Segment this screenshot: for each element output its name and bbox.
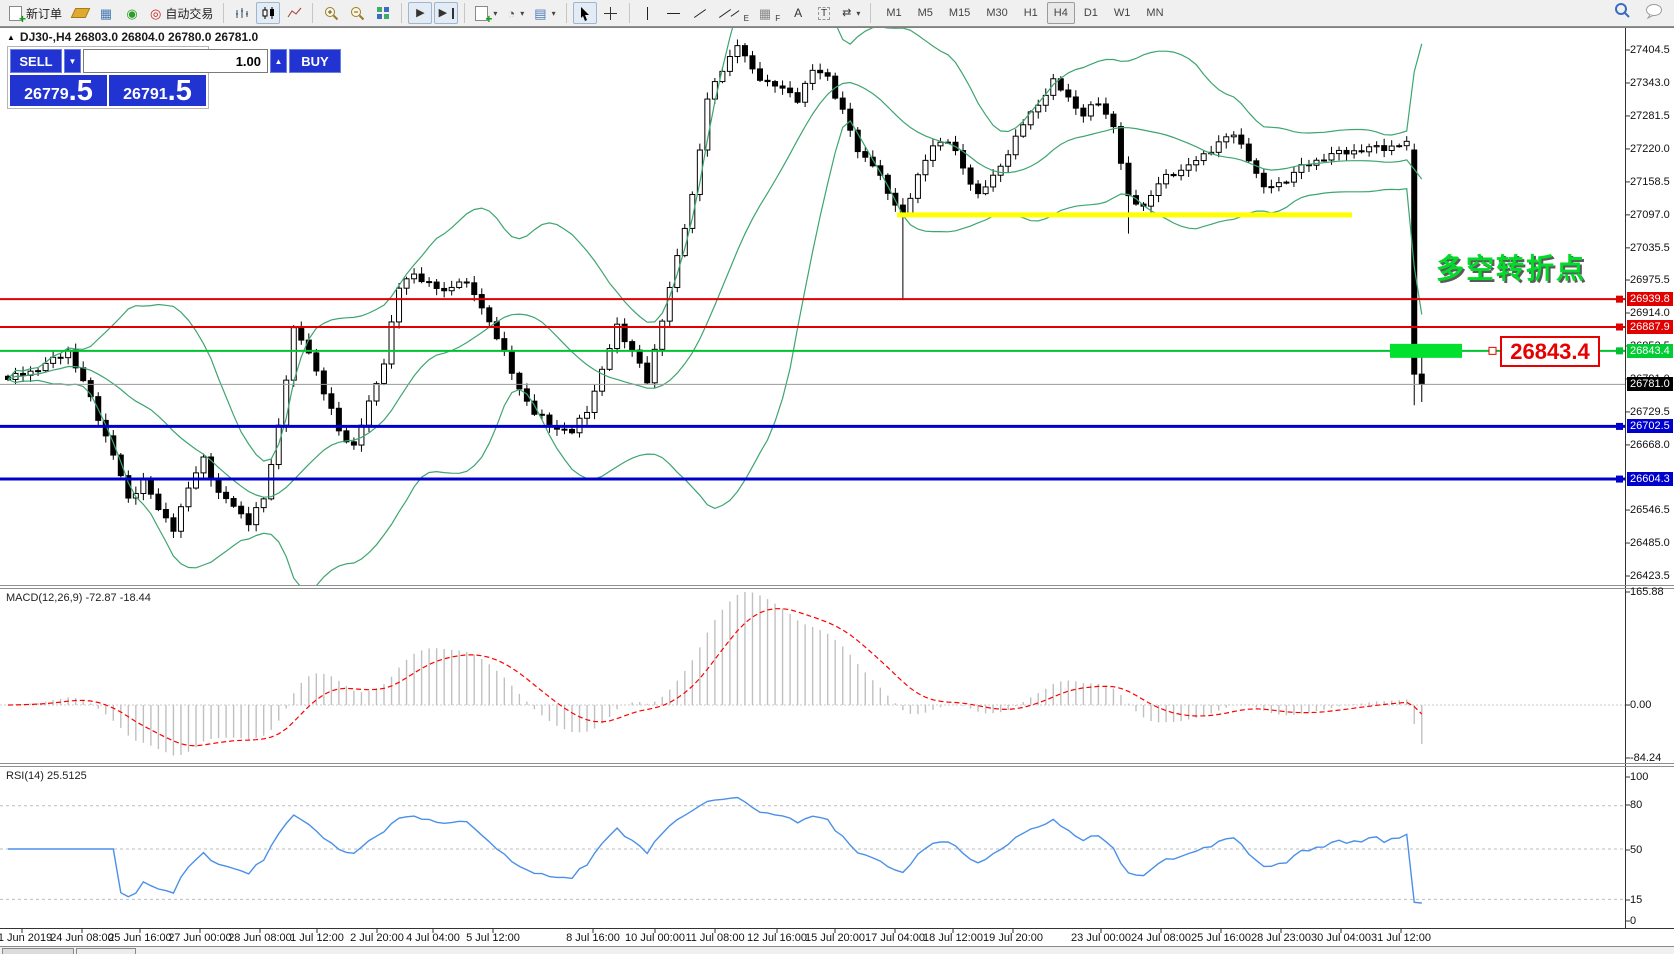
time-axis-label: 15 Jul 20:00 (805, 932, 865, 944)
buy-button[interactable]: BUY (289, 49, 341, 73)
macd-axis-tick: 165.88 (1630, 586, 1664, 598)
macd-axis-tick: 0.00 (1630, 699, 1651, 711)
turning-point-annotation[interactable]: 多空转折点 (1436, 247, 1586, 287)
window-tab[interactable] (2, 948, 74, 954)
chart-window: ▲ DJ30-,H4 26803.0 26804.0 26780.0 26781… (0, 27, 1674, 954)
time-axis-label: 1 Jul 12:00 (290, 932, 344, 944)
time-axis-label: 28 Jul 23:00 (1251, 932, 1311, 944)
macd-indicator-label: MACD(12,26,9) -72.87 -18.44 (6, 592, 151, 604)
rsi-pane[interactable] (0, 798, 1625, 904)
time-axis-label: 25 Jun 16:00 (108, 932, 172, 944)
line-anchor-square[interactable] (1616, 296, 1623, 303)
green-highlight-segment[interactable] (1390, 344, 1462, 358)
line-anchor-square[interactable] (1616, 323, 1623, 330)
price-axis-tick: 27281.5 (1630, 110, 1670, 122)
price-axis-tick: 27404.5 (1630, 44, 1670, 56)
volume-input[interactable] (83, 49, 268, 73)
price-line-label: 26939.8 (1627, 292, 1673, 306)
sell-price[interactable]: 26779.5 (10, 75, 107, 106)
rsi-axis-tick: 100 (1630, 771, 1648, 783)
line-anchor-square[interactable] (1616, 347, 1623, 354)
line-anchor-square[interactable] (1616, 476, 1623, 483)
time-axis-label: 19 Jul 20:00 (983, 932, 1043, 944)
price-line-label: 26702.5 (1627, 419, 1673, 433)
time-axis-label: 2 Jul 20:00 (350, 932, 404, 944)
chart-title-text: DJ30-,H4 26803.0 26804.0 26780.0 26781.0 (20, 30, 258, 44)
mt4-window: + 新订单 ▦ ◉ ◎ 自动交易 ▶ ▶ (0, 0, 1674, 954)
time-axis-label: 17 Jul 04:00 (865, 932, 925, 944)
rsi-line (8, 798, 1422, 904)
price-line-label: 26887.9 (1627, 320, 1673, 334)
buy-price-frac: .5 (168, 80, 192, 104)
time-axis-label: 8 Jul 16:00 (566, 932, 620, 944)
macd-pane[interactable] (0, 592, 1625, 756)
rsi-axis-tick: 15 (1630, 894, 1642, 906)
time-axis-label: 4 Jul 04:00 (406, 932, 460, 944)
price-chart-plot[interactable] (0, 0, 1674, 954)
price-axis-tick: 26914.0 (1630, 307, 1670, 319)
bollinger-band-line (8, 121, 1422, 589)
time-axis-label: 23 Jul 00:00 (1071, 932, 1131, 944)
bollinger-band-line (8, 83, 1422, 498)
rsi-indicator-label: RSI(14) 25.5125 (6, 770, 87, 782)
macd-axis-tick: -84.24 (1630, 752, 1661, 764)
price-axis-tick: 26729.5 (1630, 406, 1670, 418)
volume-decrease-button[interactable]: ▼ (64, 49, 81, 73)
price-axis-tick: 26485.0 (1630, 537, 1670, 549)
price-axis-tick: 27035.5 (1630, 242, 1670, 254)
time-axis-label: 11 Jul 08:00 (685, 932, 744, 944)
status-bar (0, 946, 1674, 954)
time-axis-label: 31 Jul 12:00 (1371, 932, 1431, 944)
price-axis-tick: 27097.0 (1630, 209, 1670, 221)
time-axis-label: 12 Jul 16:00 (747, 932, 807, 944)
candlesticks[interactable] (6, 39, 1425, 537)
price-axis-tick: 27158.5 (1630, 176, 1670, 188)
volume-increase-button[interactable]: ▲ (270, 49, 287, 73)
sell-button[interactable]: SELL (10, 49, 62, 73)
one-click-trading-panel: SELL ▼ ▲ BUY 26779.5 26791.5 (7, 46, 209, 109)
price-axis-tick: 26668.0 (1630, 439, 1670, 451)
price-axis-tick: 27220.0 (1630, 143, 1670, 155)
time-axis-label: 24 Jul 08:00 (1131, 932, 1191, 944)
price-axis-tick: 27343.0 (1630, 77, 1670, 89)
sell-price-int: 26779 (24, 86, 69, 104)
rsi-axis-tick: 80 (1630, 799, 1642, 811)
time-axis-label: 5 Jul 12:00 (466, 932, 520, 944)
buy-price-int: 26791 (123, 86, 168, 104)
price-line-label: 26781.0 (1627, 377, 1673, 391)
price-line-label: 26604.3 (1627, 472, 1673, 486)
chart-title: ▲ DJ30-,H4 26803.0 26804.0 26780.0 26781… (7, 30, 258, 44)
buy-price[interactable]: 26791.5 (109, 75, 206, 106)
rsi-axis-tick: 50 (1630, 844, 1642, 856)
yellow-support-line[interactable] (897, 212, 1352, 217)
price-line-label: 26843.4 (1627, 344, 1673, 358)
time-axis-label: 18 Jul 12:00 (923, 932, 983, 944)
collapse-arrow-icon[interactable]: ▲ (7, 33, 15, 42)
time-axis-label: 10 Jul 00:00 (625, 932, 685, 944)
time-axis-label: 21 Jun 2019 (0, 932, 52, 944)
window-tab[interactable] (76, 948, 136, 954)
time-axis-label: 25 Jul 16:00 (1191, 932, 1251, 944)
line-anchor-square[interactable] (1616, 423, 1623, 430)
rsi-axis-tick: 0 (1630, 915, 1636, 927)
price-axis-tick: 26546.5 (1630, 504, 1670, 516)
callout-anchor-square[interactable] (1489, 347, 1496, 354)
price-axis-tick: 26975.5 (1630, 274, 1670, 286)
time-axis-label: 27 Jun 00:00 (168, 932, 232, 944)
sell-price-frac: .5 (69, 80, 93, 104)
time-axis-label: 24 Jun 08:00 (50, 932, 114, 944)
time-axis-label: 28 Jun 08:00 (228, 932, 292, 944)
time-axis-label: 30 Jul 04:00 (1311, 932, 1371, 944)
price-callout-box[interactable]: 26843.4 (1500, 336, 1600, 367)
price-axis-tick: 26423.5 (1630, 570, 1670, 582)
